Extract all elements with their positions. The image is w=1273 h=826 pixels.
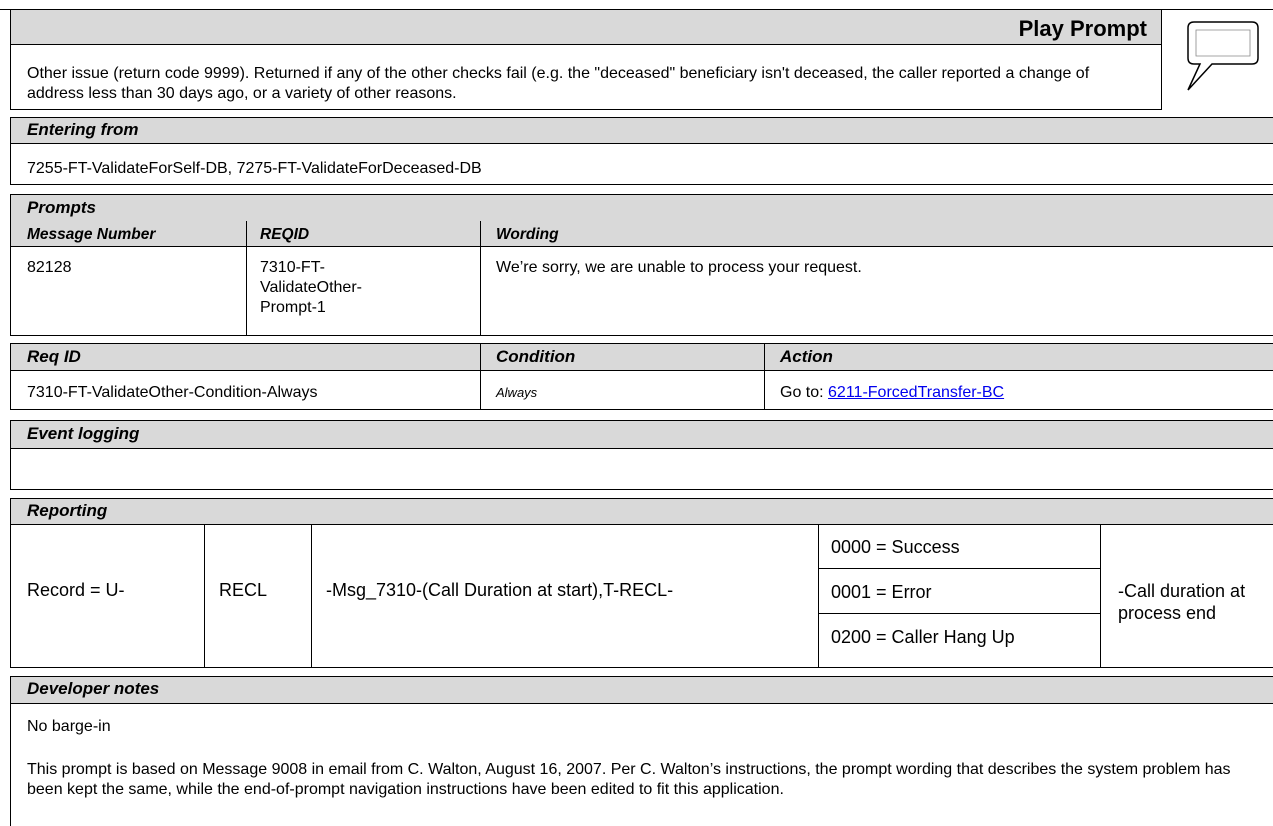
condition-action: Go to: 6211-ForcedTransfer-BC <box>780 383 1004 403</box>
rep-code-line-1 <box>818 568 1100 569</box>
col-req-id: Req ID <box>27 347 81 366</box>
rep-divider-3 <box>818 524 819 668</box>
col-message-number: Message Number <box>27 226 156 243</box>
col-condition: Condition <box>496 347 576 366</box>
speech-bubble-icon <box>1180 12 1262 94</box>
prompts-title: Prompts <box>27 198 96 217</box>
rep-code-line-2 <box>818 613 1100 614</box>
reporting-title: Reporting <box>27 501 108 520</box>
condition-req-id: 7310-FT-ValidateOther-Condition-Always <box>27 384 318 401</box>
entering-from-value: 7255-FT-ValidateForSelf-DB, 7275-FT-Vali… <box>27 160 482 177</box>
report-recl: RECL <box>219 580 268 600</box>
action-prefix: Go to: <box>780 384 829 401</box>
developer-note-source: This prompt is based on Message 9008 in … <box>27 761 1231 798</box>
developer-note-barge-in: No barge-in <box>27 718 111 735</box>
col-reqid: REQID <box>260 226 310 243</box>
developer-notes-header <box>10 676 1273 703</box>
rep-divider-4 <box>1100 524 1101 668</box>
prompt-message-number: 82128 <box>27 259 72 276</box>
forced-transfer-link[interactable]: 6211-ForcedTransfer-BC <box>828 384 1004 401</box>
report-record: Record = U- <box>27 580 125 600</box>
report-msg: -Msg_7310-(Call Duration at start),T-REC… <box>326 580 674 600</box>
page-title: Play Prompt <box>1018 16 1147 41</box>
report-code-success: 0000 = Success <box>831 537 960 557</box>
event-logging-header <box>10 420 1273 448</box>
report-code-hangup: 0200 = Caller Hang Up <box>831 627 1015 647</box>
col-wording: Wording <box>496 226 559 243</box>
entering-from-title: Entering from <box>27 120 139 139</box>
event-logging-body <box>10 448 1273 490</box>
rep-divider-1 <box>204 524 205 668</box>
event-logging-title: Event logging <box>27 424 140 443</box>
reporting-header <box>10 498 1273 524</box>
col-action: Action <box>780 347 833 366</box>
prompt-reqid: 7310-FT-ValidateOther-Prompt-1 <box>260 259 362 316</box>
header-bar <box>10 10 1162 44</box>
page-top-border <box>0 0 1273 10</box>
report-duration: -Call duration at process end <box>1118 581 1246 623</box>
prompts-header <box>10 194 1273 246</box>
conditions-header <box>10 343 1273 370</box>
description-text: Other issue (return code 9999). Returned… <box>27 65 1090 102</box>
prompt-wording: We’re sorry, we are unable to process yo… <box>496 259 862 276</box>
rep-divider-2 <box>311 524 312 668</box>
entering-from-header <box>10 117 1273 143</box>
report-code-error: 0001 = Error <box>831 582 932 602</box>
developer-notes-title: Developer notes <box>27 679 160 698</box>
condition-value: Always <box>496 385 538 400</box>
